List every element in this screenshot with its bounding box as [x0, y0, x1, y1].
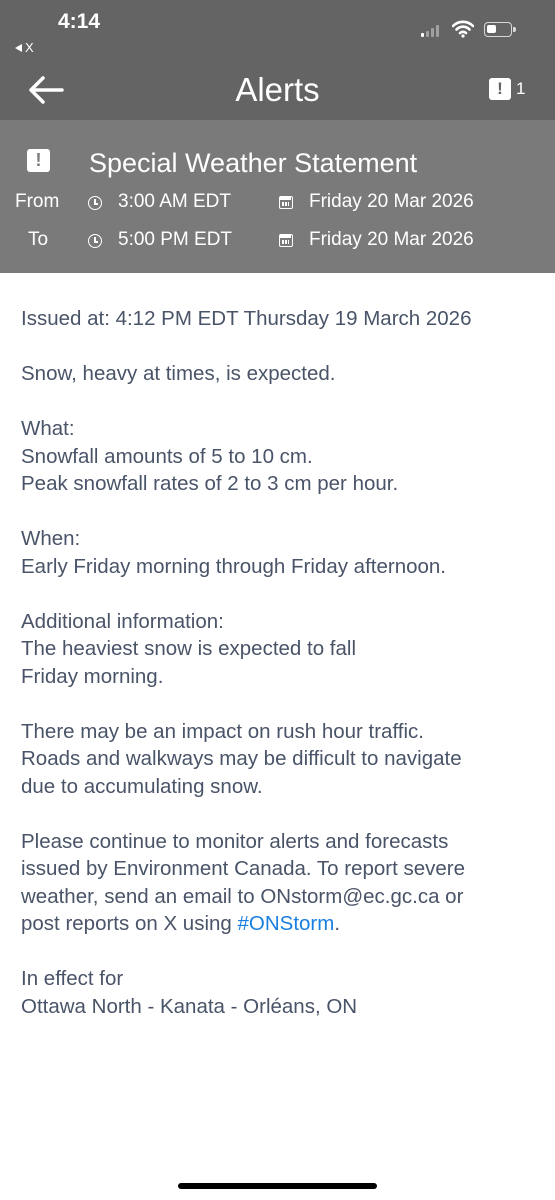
monitor-line: issued by Environment Canada. To report …: [21, 857, 466, 880]
impact-paragraph: There may be an impact on rush hour traf…: [21, 718, 541, 801]
summary-text: Snow, heavy at times, is expected.: [21, 362, 336, 385]
alerts-count-button[interactable]: ! 1: [489, 78, 525, 100]
onstorm-hashtag-link[interactable]: #ONStorm: [238, 912, 335, 935]
monitor-prefix: post reports on X using: [21, 912, 238, 935]
wifi-icon: [452, 20, 474, 38]
back-to-app[interactable]: X: [15, 40, 34, 55]
issued-paragraph: Issued at: 4:12 PM EDT Thursday 19 March…: [21, 305, 541, 333]
what-heading: What:: [21, 417, 75, 440]
additional-info-line: Friday morning.: [21, 664, 164, 688]
monitor-line: post reports on X using #ONStorm.: [21, 910, 541, 938]
monitor-paragraph: Please continue to monitor alerts and fo…: [21, 828, 541, 938]
battery-icon: [484, 22, 516, 37]
alert-body: Issued at: 4:12 PM EDT Thursday 19 March…: [21, 305, 541, 1048]
cellular-signal-icon: [421, 25, 439, 37]
home-indicator[interactable]: [178, 1183, 377, 1189]
impact-line: due to accumulating snow.: [21, 774, 263, 798]
summary-paragraph: Snow, heavy at times, is expected.: [21, 360, 541, 388]
exclamation-box-icon: !: [489, 78, 511, 100]
when-paragraph: When: Early Friday morning through Frida…: [21, 525, 541, 580]
what-line: Snowfall amounts of 5 to 10 cm.: [21, 444, 313, 468]
from-time: 3:00 AM EDT: [118, 191, 231, 212]
monitor-suffix: .: [334, 912, 341, 935]
clock-icon: [88, 234, 102, 248]
when-line: Early Friday morning through Friday afte…: [21, 554, 447, 578]
page-title: Alerts: [235, 71, 320, 108]
effect-location: Ottawa North - Kanata - Orléans, ON: [21, 994, 358, 1018]
clock-icon: [88, 196, 102, 210]
what-line: Peak snowfall rates of 2 to 3 cm per hou…: [21, 472, 399, 495]
to-label: To: [28, 229, 49, 250]
alert-count-badge: 1: [516, 79, 526, 98]
from-date: Friday 20 Mar 2026: [309, 191, 474, 212]
exclamation-box-icon: !: [27, 149, 50, 172]
back-app-label: X: [25, 40, 34, 55]
additional-info-heading: Additional information:: [21, 609, 224, 633]
additional-info-paragraph: Additional information: The heaviest sno…: [21, 608, 541, 691]
from-label: From: [15, 191, 60, 212]
impact-line: There may be an impact on rush hour traf…: [21, 719, 424, 743]
issued-text: Issued at: 4:12 PM EDT Thursday 19 March…: [21, 307, 472, 330]
monitor-line: weather, send an email to ONstorm@ec.gc.…: [21, 884, 464, 908]
alert-title: Special Weather Statement: [89, 148, 418, 178]
effect-heading: In effect for: [21, 967, 124, 990]
to-time: 5:00 PM EDT: [118, 229, 233, 250]
effect-paragraph: In effect for Ottawa North - Kanata - Or…: [21, 965, 541, 1020]
monitor-line: Please continue to monitor alerts and fo…: [21, 829, 449, 853]
impact-line: Roads and walkways may be difficult to n…: [21, 747, 462, 770]
status-time: 4:14: [58, 10, 101, 33]
what-paragraph: What: Snowfall amounts of 5 to 10 cm. Pe…: [21, 415, 541, 498]
when-heading: When:: [21, 527, 81, 550]
calendar-icon: [279, 196, 293, 209]
calendar-icon: [279, 234, 293, 247]
back-triangle-icon: [15, 43, 22, 52]
to-date: Friday 20 Mar 2026: [309, 229, 474, 250]
additional-info-line: The heaviest snow is expected to fall: [21, 637, 357, 660]
